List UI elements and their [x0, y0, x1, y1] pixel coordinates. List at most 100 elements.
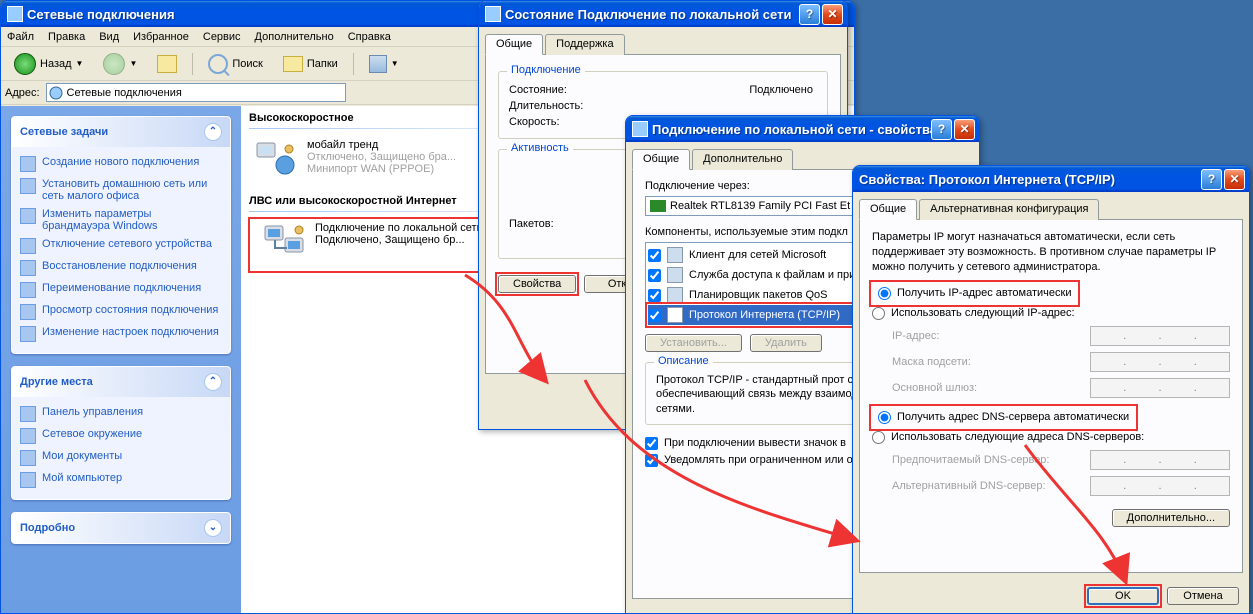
- close-button[interactable]: ✕: [822, 4, 843, 25]
- tab-general[interactable]: Общие: [859, 199, 917, 220]
- chevron-up-icon[interactable]: ⌃: [204, 373, 222, 391]
- client-icon: [667, 247, 683, 263]
- menu-view[interactable]: Вид: [99, 31, 119, 43]
- shield-icon: [20, 208, 36, 224]
- address-input[interactable]: [46, 83, 346, 102]
- cancel-button[interactable]: Отмена: [1167, 587, 1239, 605]
- menu-help[interactable]: Справка: [348, 31, 391, 43]
- conn1-status: Отключено, Защищено бра...: [307, 151, 456, 163]
- close-button[interactable]: ✕: [954, 119, 975, 140]
- close-button[interactable]: ✕: [1224, 169, 1245, 190]
- help-button[interactable]: ?: [799, 4, 820, 25]
- up-button[interactable]: [150, 51, 184, 77]
- tab-alt-config[interactable]: Альтернативная конфигурация: [919, 199, 1099, 220]
- menu-edit[interactable]: Правка: [48, 31, 85, 43]
- folders-button[interactable]: Папки: [276, 52, 345, 76]
- state-label: Состояние:: [509, 84, 629, 96]
- chk-tray-icon[interactable]: [645, 437, 658, 450]
- views-button[interactable]: ▼: [362, 51, 406, 77]
- tcpip-titlebar[interactable]: Свойства: Протокол Интернета (TCP/IP) ? …: [853, 166, 1249, 192]
- network-places-icon: [20, 428, 36, 444]
- back-button[interactable]: Назад ▼: [7, 49, 90, 79]
- conn1-name: мобайл тренд: [307, 139, 456, 151]
- tab-advanced[interactable]: Дополнительно: [692, 149, 793, 170]
- settings-icon: [20, 326, 36, 342]
- props-titlebar[interactable]: Подключение по локальной сети - свойства…: [626, 116, 979, 142]
- radio-ip-manual[interactable]: [872, 307, 885, 320]
- sidebox-tasks: Сетевые задачи⌃ Создание нового подключе…: [11, 116, 231, 354]
- chevron-down-icon[interactable]: ⌄: [204, 519, 222, 537]
- adapter-name: Realtek RTL8139 Family PCI Fast Et: [670, 200, 850, 212]
- search-button[interactable]: Поиск: [201, 50, 269, 78]
- props-title: Подключение по локальной сети - свойства: [652, 122, 931, 137]
- install-button[interactable]: Установить...: [645, 334, 742, 352]
- radio-dns-auto[interactable]: [878, 411, 891, 424]
- gw-label: Основной шлюз:: [892, 382, 1082, 394]
- task-firewall[interactable]: Изменить параметры брандмауэра Windows: [20, 205, 222, 235]
- task-change-settings[interactable]: Изменение настроек подключения: [20, 323, 222, 345]
- folder-up-icon: [157, 55, 177, 73]
- chk-client[interactable]: [648, 249, 661, 262]
- packets-label: Пакетов:: [509, 218, 629, 230]
- help-button[interactable]: ?: [931, 119, 952, 140]
- lan-icon: [632, 121, 648, 137]
- ip-label: IP-адрес:: [892, 330, 1082, 342]
- task-view-status[interactable]: Просмотр состояния подключения: [20, 301, 222, 323]
- gw-field: ...: [1090, 378, 1230, 398]
- folder-icon: [283, 56, 303, 72]
- place-control-panel[interactable]: Панель управления: [20, 403, 222, 425]
- sidebox-details: Подробно⌄: [11, 512, 231, 544]
- sidebox-places: Другие места⌃ Панель управления Сетевое …: [11, 366, 231, 500]
- radio-ip-auto[interactable]: [878, 287, 891, 300]
- place-network[interactable]: Сетевое окружение: [20, 425, 222, 447]
- tcpip-icon: [667, 307, 683, 323]
- mask-field: ...: [1090, 352, 1230, 372]
- task-home-network[interactable]: Установить домашнюю сеть или сеть малого…: [20, 175, 222, 205]
- status-icon: [20, 304, 36, 320]
- uninstall-button[interactable]: Удалить: [750, 334, 822, 352]
- tab-general[interactable]: Общие: [485, 34, 543, 55]
- place-documents[interactable]: Мои документы: [20, 447, 222, 469]
- chk-fileshare[interactable]: [648, 269, 661, 282]
- menu-tools[interactable]: Сервис: [203, 31, 241, 43]
- ip-field: ...: [1090, 326, 1230, 346]
- nic-icon: [650, 200, 666, 212]
- task-rename[interactable]: Переименование подключения: [20, 279, 222, 301]
- state-value: Подключено: [629, 84, 817, 96]
- chk-notify-limited[interactable]: [645, 454, 658, 467]
- sidebox-details-header[interactable]: Подробно⌄: [12, 513, 230, 543]
- ok-button[interactable]: OK: [1087, 587, 1159, 605]
- disable-icon: [20, 238, 36, 254]
- chevron-up-icon[interactable]: ⌃: [204, 123, 222, 141]
- mask-label: Маска подсети:: [892, 356, 1082, 368]
- status-titlebar[interactable]: Состояние Подключение по локальной сети …: [479, 1, 847, 27]
- sidebox-places-header[interactable]: Другие места⌃: [12, 367, 230, 397]
- radio-dns-manual[interactable]: [872, 431, 885, 444]
- tab-general[interactable]: Общие: [632, 149, 690, 170]
- control-panel-icon: [20, 406, 36, 422]
- chk-qos[interactable]: [648, 289, 661, 302]
- menu-advanced[interactable]: Дополнительно: [255, 31, 334, 43]
- help-button[interactable]: ?: [1201, 169, 1222, 190]
- advanced-button[interactable]: Дополнительно...: [1112, 509, 1230, 527]
- menu-file[interactable]: Файл: [7, 31, 34, 43]
- rename-icon: [20, 282, 36, 298]
- repair-icon: [20, 260, 36, 276]
- status-title: Состояние Подключение по локальной сети: [505, 7, 799, 22]
- views-icon: [369, 55, 387, 73]
- chk-tcpip[interactable]: [648, 309, 661, 322]
- properties-button[interactable]: Свойства: [498, 275, 576, 293]
- tab-support[interactable]: Поддержка: [545, 34, 624, 55]
- menu-fav[interactable]: Избранное: [133, 31, 189, 43]
- place-computer[interactable]: Мой компьютер: [20, 469, 222, 491]
- dns1-field: ...: [1090, 450, 1230, 470]
- tcpip-dialog: Свойства: Протокол Интернета (TCP/IP) ? …: [852, 165, 1250, 614]
- task-disable-device[interactable]: Отключение сетевого устройства: [20, 235, 222, 257]
- network-icon: [20, 178, 36, 194]
- conn2-name: Подключение по локальной сети: [315, 222, 483, 234]
- forward-button[interactable]: ▼: [96, 49, 144, 79]
- documents-icon: [20, 450, 36, 466]
- task-repair[interactable]: Восстановление подключения: [20, 257, 222, 279]
- sidebox-tasks-header[interactable]: Сетевые задачи⌃: [12, 117, 230, 147]
- task-create-connection[interactable]: Создание нового подключения: [20, 153, 222, 175]
